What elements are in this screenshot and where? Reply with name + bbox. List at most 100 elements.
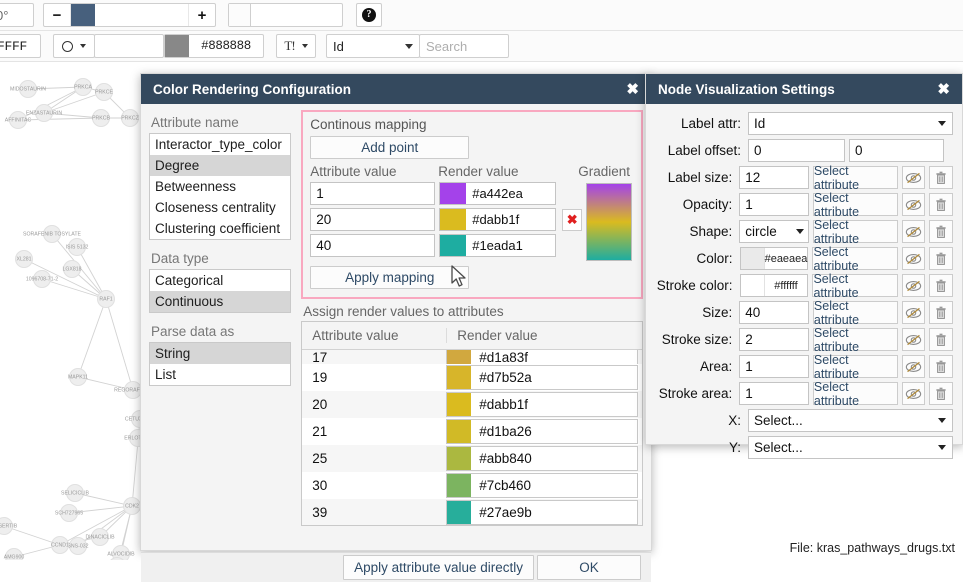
- color-swatch[interactable]: [447, 474, 472, 497]
- search-attribute-select[interactable]: Id: [326, 34, 420, 58]
- select-attribute-button[interactable]: Select attribute: [812, 164, 898, 192]
- mapping-render-input[interactable]: #dabb1f: [439, 208, 557, 231]
- toggle-visibility-button[interactable]: [901, 274, 926, 297]
- zoom-slider-track[interactable]: [70, 4, 189, 26]
- graph-node[interactable]: CDK2: [123, 497, 141, 515]
- attribute-item-2[interactable]: Betweenness: [150, 176, 290, 197]
- node-setting-input[interactable]: 1: [739, 193, 809, 216]
- delete-mapping-button[interactable]: [929, 274, 954, 297]
- select-attribute-button[interactable]: Select attribute: [812, 245, 898, 273]
- rotation-input[interactable]: 0°: [0, 3, 34, 27]
- toggle-visibility-button[interactable]: [901, 247, 926, 270]
- node-setting-input[interactable]: 1: [739, 382, 809, 405]
- graph-node[interactable]: ISIS 5132: [66, 238, 89, 256]
- table-row[interactable]: 21 #d1ba26: [302, 418, 642, 445]
- toggle-visibility-button[interactable]: [901, 220, 926, 243]
- node-setting-input-x[interactable]: 0: [748, 139, 845, 162]
- table-cell-render[interactable]: #abb840: [446, 446, 638, 471]
- graph-node[interactable]: RAF1: [97, 290, 115, 308]
- table-row[interactable]: 19 #d7b52a: [302, 364, 642, 391]
- node-color-picker[interactable]: #888888: [164, 34, 264, 58]
- close-icon[interactable]: ✖: [937, 82, 950, 97]
- color-swatch[interactable]: [740, 275, 765, 296]
- color-swatch[interactable]: [447, 366, 472, 389]
- attribute-render-table[interactable]: Attribute value Render value 17 #d1a83f 19…: [301, 321, 643, 526]
- select-attribute-button[interactable]: Select attribute: [812, 218, 898, 246]
- background-color-hex[interactable]: FFFF: [0, 34, 41, 58]
- select-attribute-button[interactable]: Select attribute: [812, 272, 898, 300]
- color-swatch[interactable]: [440, 235, 467, 256]
- shape-select[interactable]: [53, 34, 95, 58]
- node-setting-input[interactable]: 12: [739, 166, 809, 189]
- graph-node[interactable]: CCND1: [51, 536, 69, 554]
- table-cell-render[interactable]: #d1a83f: [446, 350, 638, 364]
- toggle-visibility-button[interactable]: [901, 301, 926, 324]
- node-setting-select[interactable]: Id: [748, 112, 953, 135]
- text-style-select[interactable]: T!: [276, 34, 316, 58]
- search-input[interactable]: Search: [419, 34, 509, 58]
- attribute-item-0[interactable]: Interactor_type_color: [150, 134, 290, 155]
- graph-node[interactable]: ALISERTIB: [0, 517, 18, 535]
- select-attribute-button[interactable]: Select attribute: [812, 353, 898, 381]
- delete-mapping-button[interactable]: [929, 193, 953, 216]
- shape-size-input[interactable]: [94, 34, 164, 58]
- mapping-render-input[interactable]: #1eada1: [439, 234, 557, 257]
- table-row[interactable]: 39 #27ae9b: [302, 499, 642, 525]
- delete-point-button[interactable]: ✖: [562, 208, 583, 231]
- node-setting-input[interactable]: 40: [739, 301, 809, 324]
- node-setting-select[interactable]: Select...: [748, 409, 953, 432]
- node-setting-select[interactable]: Select...: [748, 436, 953, 459]
- zoom-slider-thumb[interactable]: [71, 4, 95, 26]
- toggle-visibility-button[interactable]: [901, 355, 926, 378]
- color-swatch[interactable]: [447, 350, 472, 364]
- node-setting-color[interactable]: #eaeaea: [739, 247, 809, 270]
- delete-mapping-button[interactable]: [929, 220, 953, 243]
- toggle-visibility-button[interactable]: [901, 328, 926, 351]
- attribute-name-list[interactable]: Interactor_type_color Degree Betweenness Cl…: [149, 133, 292, 240]
- parse-option-item-1[interactable]: List: [150, 364, 290, 385]
- table-cell-render[interactable]: #d1ba26: [446, 419, 638, 444]
- mapping-render-input[interactable]: #a442ea: [439, 182, 557, 205]
- data-type-item-0[interactable]: Categorical: [150, 270, 290, 291]
- table-cell-render[interactable]: #dabb1f: [446, 392, 638, 417]
- graph-node[interactable]: AMG900: [4, 548, 25, 561]
- node-setting-input[interactable]: 2: [739, 328, 809, 351]
- color-swatch[interactable]: [440, 183, 467, 204]
- color-swatch[interactable]: [447, 420, 472, 443]
- table-cell-render[interactable]: #27ae9b: [446, 500, 638, 525]
- select-attribute-button[interactable]: Select attribute: [812, 299, 898, 327]
- graph-node[interactable]: PRKCE: [95, 83, 113, 101]
- close-icon[interactable]: ✖: [626, 82, 639, 97]
- table-row[interactable]: 17 #d1a83f: [302, 350, 642, 364]
- select-attribute-button[interactable]: Select attribute: [812, 326, 898, 354]
- table-row[interactable]: 20 #dabb1f: [302, 391, 642, 418]
- table-cell-render[interactable]: #d7b52a: [446, 365, 638, 390]
- attribute-item-4[interactable]: Clustering coefficient: [150, 218, 290, 239]
- toggle-visibility-button[interactable]: [901, 166, 926, 189]
- attribute-item-3[interactable]: Closeness centrality: [150, 197, 290, 218]
- graph-node[interactable]: PRKCZ: [121, 109, 139, 127]
- table-cell-render[interactable]: #7cb460: [446, 473, 638, 498]
- attribute-item-1[interactable]: Degree: [150, 155, 291, 176]
- apply-attribute-value-directly-button[interactable]: Apply attribute value directly: [343, 555, 534, 580]
- select-attribute-button[interactable]: Select attribute: [812, 380, 898, 408]
- node-setting-input[interactable]: 1: [739, 355, 809, 378]
- toggle-visibility-button[interactable]: [901, 382, 926, 405]
- toolbar-pair-field[interactable]: [228, 3, 343, 27]
- zoom-in-button[interactable]: +: [189, 7, 215, 24]
- graph-node[interactable]: SELICICLIB: [61, 484, 90, 502]
- ok-button[interactable]: OK: [537, 555, 641, 580]
- color-swatch[interactable]: [740, 248, 765, 269]
- graph-node[interactable]: ALVOCIDIB: [107, 545, 135, 561]
- node-setting-dropdown[interactable]: circle: [739, 220, 809, 243]
- color-swatch[interactable]: [440, 209, 467, 230]
- toggle-visibility-button[interactable]: [901, 193, 926, 216]
- graph-node[interactable]: MIDOSTAURIN: [10, 80, 46, 98]
- delete-mapping-button[interactable]: [929, 382, 953, 405]
- parse-option-item-0[interactable]: String: [150, 343, 291, 364]
- node-setting-color[interactable]: #ffffff: [739, 274, 809, 297]
- data-type-list[interactable]: Categorical Continuous: [149, 269, 292, 313]
- delete-mapping-button[interactable]: [929, 328, 953, 351]
- data-type-item-1[interactable]: Continuous: [150, 291, 291, 312]
- graph-node[interactable]: SCH727965: [55, 504, 83, 522]
